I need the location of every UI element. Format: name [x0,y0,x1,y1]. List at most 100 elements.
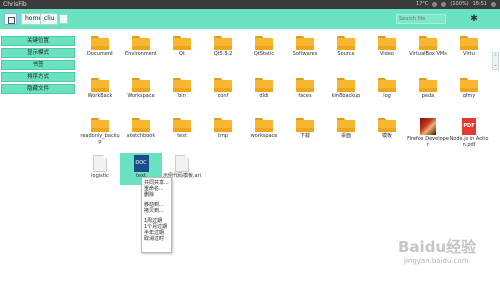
file-item[interactable]: WorkBack [79,78,121,99]
watermark-logo: Baidu经验 [398,238,477,256]
file-name: Source [337,51,355,57]
file-item[interactable]: Source [325,36,367,57]
file-name: Qt [179,51,185,57]
folder-icon [255,78,273,92]
folder-icon [173,78,191,92]
file-item[interactable]: faces [284,78,326,99]
file-item[interactable]: workspace [243,118,285,139]
text-file-icon [175,155,189,172]
file-item[interactable]: Environment [120,36,162,57]
folder-icon [255,118,273,132]
file-item[interactable]: QtStatic [243,36,285,57]
folder-icon [296,118,314,132]
folder-icon [296,36,314,50]
file-name: test [177,133,187,139]
file-name: dldi [259,93,269,99]
file-item[interactable]: 桌面 [325,118,367,139]
folder-icon [255,36,273,50]
folder-icon [91,78,109,92]
file-name: Environment [125,51,157,57]
file-name: workspace [250,133,278,139]
file-name: Firefox Developer [407,136,449,148]
file-name: Virtu [463,51,475,57]
file-name: 下载 [299,133,310,139]
file-item[interactable]: logistic [79,155,121,179]
scroll-up-icon[interactable]: ⌃ [493,53,498,61]
folder-icon [91,118,109,132]
watermark-url: jingyan.baidu.com [404,257,469,265]
folder-icon [378,118,396,132]
file-name: Node.js in Action.pdf [449,136,489,148]
folder-icon [378,78,396,92]
folder-icon [419,78,437,92]
file-name: peda [421,93,435,99]
file-name: qfmy [462,93,476,99]
pdf-file-icon: PDF [462,118,476,135]
folder-icon [460,78,478,92]
file-item[interactable]: Workspace [120,78,162,99]
file-name: log [383,93,391,99]
file-item[interactable]: log [366,78,408,99]
file-name: kin8backup [331,93,361,99]
file-item[interactable]: sketchbook [120,118,162,139]
folder-icon [337,36,355,50]
folder-icon [173,36,191,50]
folder-icon [337,118,355,132]
file-item[interactable]: PDF Node.js in Action.pdf [448,118,490,148]
folder-icon [132,36,150,50]
folder-icon [214,36,232,50]
file-item[interactable]: readonly_backup [79,118,121,145]
menu-item-cancel-expire[interactable]: 取消过时 [142,236,171,242]
file-item[interactable]: 模板 [366,118,408,139]
context-menu: 共同共享... 重命名... 删除 移动到... 拷贝到... 1周过期 1个月… [141,177,172,253]
file-item[interactable]: bin [161,78,203,99]
file-item[interactable]: Video [366,36,408,57]
folder-icon [378,36,396,50]
file-name: VirtualBox VMs [409,51,447,57]
file-item[interactable]: Virtu [448,36,490,57]
folder-icon [91,36,109,50]
file-name: bin [178,93,186,99]
file-name: logistic [91,173,109,179]
file-name: 模板 [381,133,392,139]
file-name: Qt5.3.2 [213,51,233,57]
file-item[interactable]: kin8backup [325,78,367,99]
image-thumbnail-icon [420,118,436,135]
file-name: QtStatic [253,51,275,57]
file-item[interactable]: Softwares [284,36,326,57]
file-item[interactable]: VirtualBox VMs [407,36,449,57]
folder-icon [132,118,150,132]
folder-icon [419,36,437,50]
file-name: 桌面 [340,133,351,139]
file-item[interactable]: test [161,118,203,139]
file-item[interactable]: tmp [202,118,244,139]
scroll-down-icon[interactable]: ⌄ [493,61,498,69]
file-item[interactable]: Qt5.3.2 [202,36,244,57]
folder-icon [132,78,150,92]
file-name: Document [87,51,113,57]
folder-icon [173,118,191,132]
file-name: Workspace [127,93,155,99]
folder-icon [337,78,355,92]
folder-icon [214,118,232,132]
file-item[interactable]: Qt [161,36,203,57]
watermark: Baidu经验 jingyan.baidu.com [398,236,494,276]
file-name: tmp [217,133,228,139]
file-item[interactable]: 示例代码模板.ari [161,155,203,179]
file-name: Softwares [292,51,318,57]
file-item[interactable]: dldi [243,78,285,99]
file-item[interactable]: qfmy [448,78,490,99]
file-item[interactable]: Firefox Developer [407,118,449,148]
file-item[interactable]: Document [79,36,121,57]
file-name: WorkBack [87,93,113,99]
file-item[interactable]: 下载 [284,118,326,139]
file-name: sketchbook [126,133,156,139]
file-item[interactable]: peda [407,78,449,99]
file-item[interactable]: conf [202,78,244,99]
doc-file-icon: DOC [133,155,149,172]
folder-icon [460,36,478,50]
file-name: readonly_backup [80,133,120,145]
scroll-handle[interactable]: ⌃ ⌄ [492,52,499,70]
text-file-icon [93,155,107,172]
file-name: Video [379,51,394,57]
